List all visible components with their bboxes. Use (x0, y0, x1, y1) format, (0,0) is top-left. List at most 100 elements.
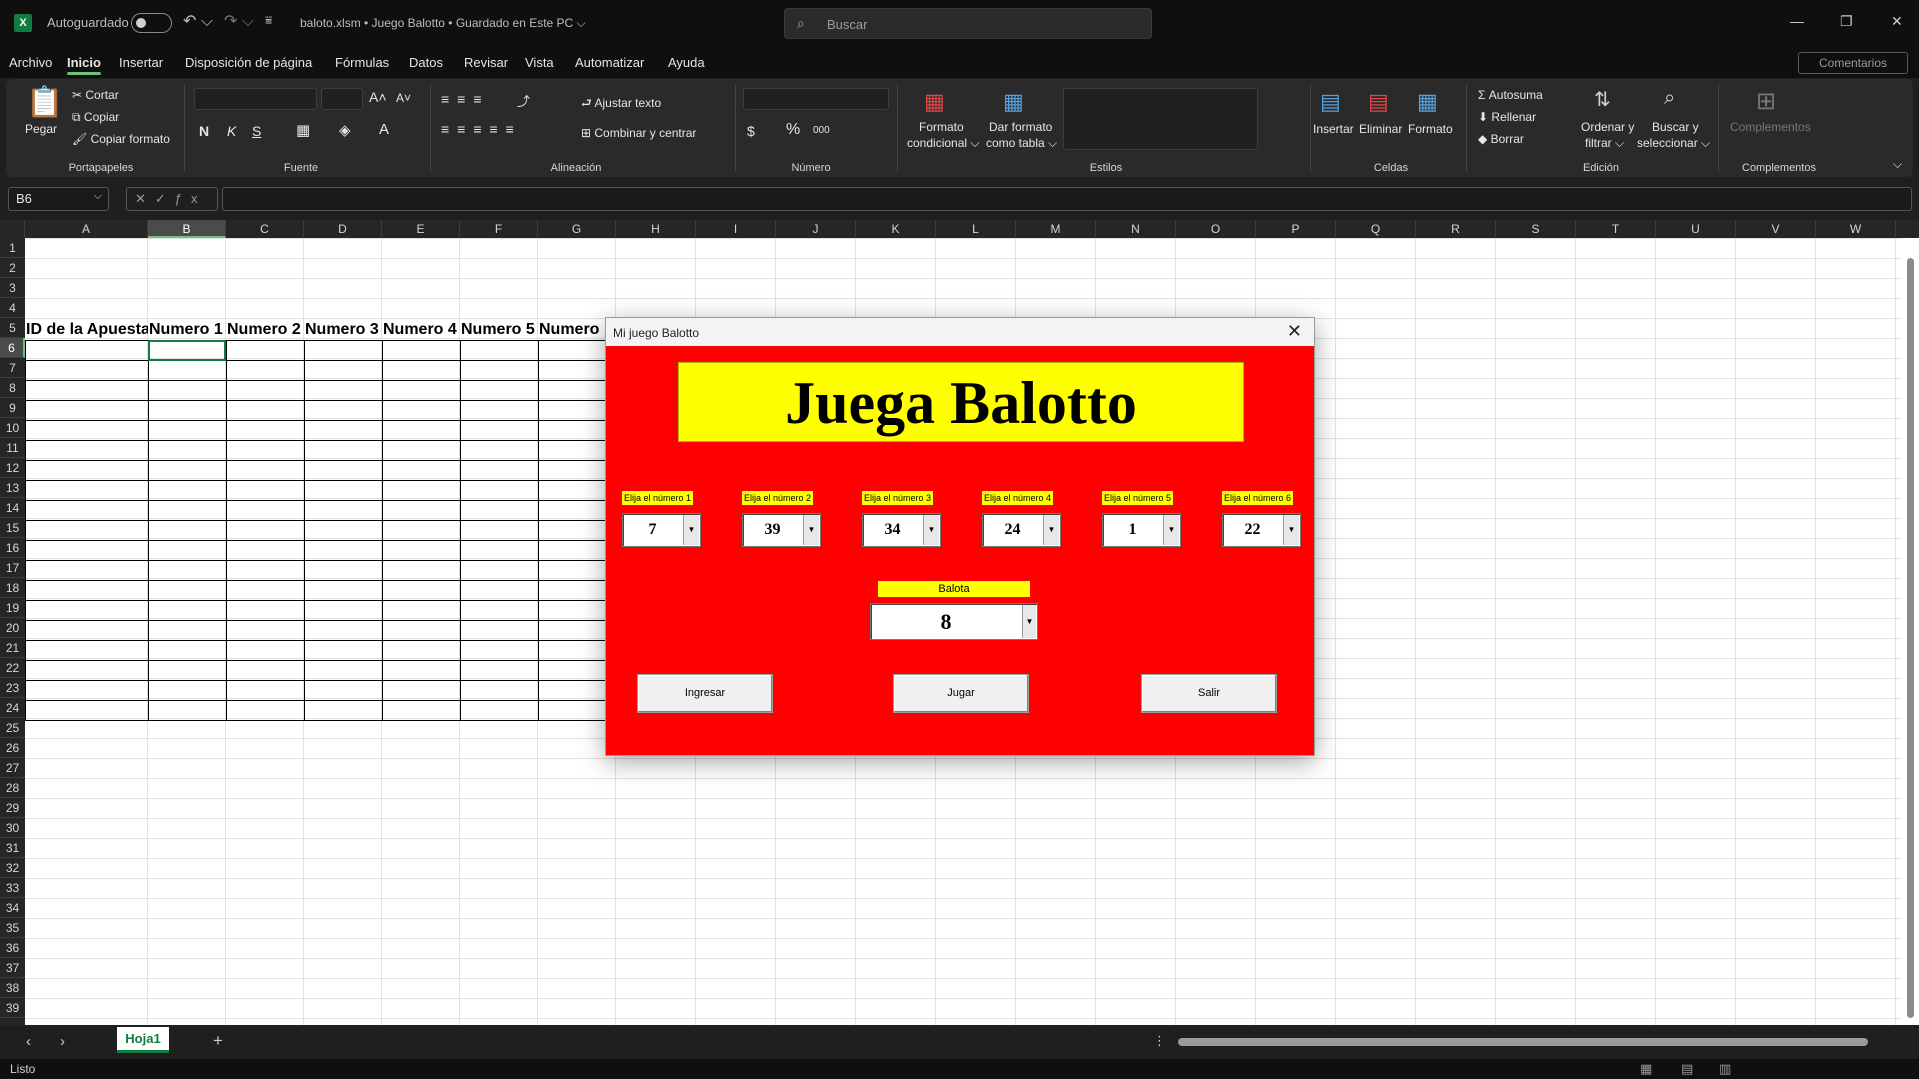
fill-button[interactable]: ⬇ Rellenar (1478, 110, 1536, 124)
column-header-k[interactable]: K (856, 220, 936, 238)
cut-button[interactable]: ✂ Cortar (72, 88, 119, 102)
copy-button[interactable]: ⧉ Copiar (72, 110, 119, 125)
jugar-button[interactable]: Jugar (893, 674, 1029, 713)
column-header-h[interactable]: H (616, 220, 696, 238)
sheet-tab-hoja1[interactable]: Hoja1 (117, 1027, 169, 1053)
column-header-w[interactable]: W (1816, 220, 1896, 238)
header-cell-b5[interactable]: Numero 1 (148, 320, 226, 340)
row-header-31[interactable]: 31 (0, 838, 25, 858)
column-header-r[interactable]: R (1416, 220, 1496, 238)
prev-sheet-icon[interactable]: ‹ (26, 1033, 31, 1050)
horizontal-scroll-thumb[interactable] (1178, 1038, 1868, 1046)
number-3-value[interactable]: 34 (863, 514, 922, 546)
header-cell-e5[interactable]: Numero 4 (382, 320, 460, 340)
font-size-select[interactable] (321, 88, 363, 110)
cancel-confirm-fx-icons[interactable]: ✕✓ƒx (135, 191, 207, 207)
tab-archivo[interactable]: Archivo (9, 55, 52, 70)
minimize-icon[interactable]: — (1790, 13, 1804, 29)
addins-icon[interactable]: ⊞ (1756, 87, 1776, 116)
balota-combobox[interactable]: 8 ▼ (870, 603, 1038, 640)
column-header-g[interactable]: G (538, 220, 616, 238)
number-1-combobox[interactable]: 7 ▼ (622, 513, 701, 547)
row-header-10[interactable]: 10 (0, 418, 25, 438)
row-header-16[interactable]: 16 (0, 538, 25, 558)
row-header-4[interactable]: 4 (0, 298, 25, 318)
horizontal-align-icons[interactable]: ≡≡≡≡≡ (441, 121, 522, 137)
column-header-o[interactable]: O (1176, 220, 1256, 238)
delete-cells-icon[interactable]: ▤ (1368, 89, 1389, 115)
row-header-29[interactable]: 29 (0, 798, 25, 818)
more-options-icon[interactable]: ⋮ (1153, 1033, 1166, 1049)
row-header-24[interactable]: 24 (0, 698, 25, 718)
find-icon[interactable]: ⌕ (1664, 87, 1675, 110)
tab-insertar[interactable]: Insertar (119, 55, 163, 70)
conditional-format-label[interactable]: condicional ⌵ (907, 136, 979, 151)
header-cell-d5[interactable]: Numero 3 (304, 320, 382, 340)
chevron-down-icon[interactable]: ▼ (1283, 515, 1299, 545)
row-header-1[interactable]: 1 (0, 238, 25, 258)
row-header-23[interactable]: 23 (0, 678, 25, 698)
search-box[interactable]: ⌕ Buscar (784, 8, 1152, 39)
row-header-14[interactable]: 14 (0, 498, 25, 518)
column-header-i[interactable]: I (696, 220, 776, 238)
font-color-icon[interactable]: A (379, 121, 389, 138)
currency-icon[interactable]: $ (747, 123, 755, 139)
sort-filter-icon[interactable]: ⇅ (1594, 87, 1611, 112)
row-header-11[interactable]: 11 (0, 438, 25, 458)
paste-icon[interactable]: 📋 (26, 85, 63, 120)
paste-button[interactable]: Pegar (25, 122, 57, 136)
number-6-combobox[interactable]: 22 ▼ (1222, 513, 1301, 547)
row-header-38[interactable]: 38 (0, 978, 25, 998)
row-header-9[interactable]: 9 (0, 398, 25, 418)
customize-qat-icon[interactable]: ⩸ (265, 13, 272, 28)
row-header-20[interactable]: 20 (0, 618, 25, 638)
row-header-15[interactable]: 15 (0, 518, 25, 538)
undo-icon[interactable]: ↶ ⌵ (183, 11, 213, 31)
column-header-q[interactable]: Q (1336, 220, 1416, 238)
tab-disposicion[interactable]: Disposición de página (185, 55, 312, 70)
row-header-26[interactable]: 26 (0, 738, 25, 758)
table-format-label[interactable]: como tabla ⌵ (986, 136, 1057, 151)
row-header-3[interactable]: 3 (0, 278, 25, 298)
balota-value[interactable]: 8 (871, 604, 1021, 639)
column-header-e[interactable]: E (382, 220, 460, 238)
tab-ayuda[interactable]: Ayuda (668, 55, 705, 70)
number-3-combobox[interactable]: 34 ▼ (862, 513, 941, 547)
fill-color-icon[interactable]: ◈ (339, 121, 351, 139)
row-header-17[interactable]: 17 (0, 558, 25, 578)
column-header-t[interactable]: T (1576, 220, 1656, 238)
sort-filter-button[interactable]: Ordenar y (1581, 120, 1634, 134)
number-format-select[interactable] (743, 88, 889, 110)
row-header-36[interactable]: 36 (0, 938, 25, 958)
salir-button[interactable]: Salir (1141, 674, 1277, 713)
column-header-p[interactable]: P (1256, 220, 1336, 238)
conditional-format-button[interactable]: Formato (919, 120, 964, 134)
number-6-value[interactable]: 22 (1223, 514, 1282, 546)
column-header-u[interactable]: U (1656, 220, 1736, 238)
shrink-font-icon[interactable]: A˅ (396, 91, 411, 105)
sort-filter-label[interactable]: filtrar ⌵ (1585, 136, 1624, 151)
autosave-toggle[interactable] (131, 13, 172, 33)
next-sheet-icon[interactable]: › (60, 1033, 65, 1050)
tab-datos[interactable]: Datos (409, 55, 443, 70)
table-format-button[interactable]: Dar formato (989, 120, 1052, 134)
merge-center-button[interactable]: ⊞ Combinar y centrar (581, 126, 696, 140)
row-header-13[interactable]: 13 (0, 478, 25, 498)
normal-view-icon[interactable]: ▦ (1640, 1061, 1652, 1077)
row-header-22[interactable]: 22 (0, 658, 25, 678)
find-select-label[interactable]: seleccionar ⌵ (1637, 136, 1710, 151)
row-header-32[interactable]: 32 (0, 858, 25, 878)
page-layout-icon[interactable]: ▤ (1681, 1061, 1693, 1077)
table-format-icon[interactable]: ▦ (1003, 89, 1024, 115)
comments-button[interactable]: Comentarios (1798, 52, 1908, 74)
format-cells-icon[interactable]: ▦ (1417, 89, 1438, 115)
chevron-down-icon[interactable]: ▼ (803, 515, 819, 545)
header-cell-f5[interactable]: Numero 5 (460, 320, 538, 340)
header-cell-c5[interactable]: Numero 2 (226, 320, 304, 340)
column-header-a[interactable]: A (25, 220, 148, 238)
select-all-corner[interactable] (0, 220, 25, 238)
tab-revisar[interactable]: Revisar (464, 55, 508, 70)
ingresar-button[interactable]: Ingresar (637, 674, 773, 713)
delete-cells-button[interactable]: Eliminar (1359, 122, 1402, 136)
borders-icon[interactable]: ▦ (296, 121, 310, 139)
